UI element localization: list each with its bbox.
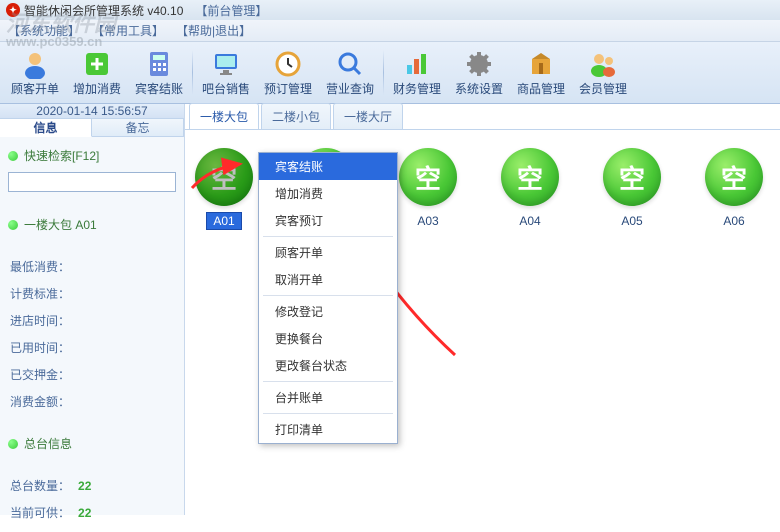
toolbar-label: 营业查询 (326, 80, 374, 97)
datetime-display: 2020-01-14 15:56:57 (0, 104, 184, 119)
context-menu-item[interactable]: 更改餐台状态 (259, 352, 397, 379)
user-icon (19, 48, 51, 80)
total-rooms: 总台数量：22 (8, 472, 176, 499)
toolbar-clock[interactable]: 预订管理 (257, 44, 319, 101)
info-enter-time: 进店时间： (8, 307, 176, 334)
totals-header: 总台信息 (8, 431, 176, 456)
toolbar-label: 系统设置 (455, 80, 503, 97)
tab-memo[interactable]: 备忘 (92, 119, 184, 136)
context-menu: 宾客结账增加消费宾客预订顾客开单取消开单修改登记更换餐台更改餐台状态台并账单打印… (258, 152, 398, 444)
info-billing: 计费标准： (8, 280, 176, 307)
app-logo-icon: ✦ (6, 3, 20, 17)
room-item[interactable]: 空 A06 (705, 148, 763, 230)
toolbar-label: 吧台销售 (202, 80, 250, 97)
clock-icon (272, 48, 304, 80)
toolbar-magnifier[interactable]: 营业查询 (319, 44, 381, 101)
toolbar-label: 宾客结账 (135, 80, 183, 97)
context-menu-item[interactable]: 增加消费 (259, 180, 397, 207)
selected-room-header: 一楼大包 A01 (8, 212, 176, 237)
room-item[interactable]: 空 A05 (603, 148, 661, 230)
chart-icon (401, 48, 433, 80)
toolbar-plus-box[interactable]: 增加消费 (66, 44, 128, 101)
toolbar-label: 预订管理 (264, 80, 312, 97)
room-item[interactable]: 空 A04 (501, 148, 559, 230)
sidebar: 2020-01-14 15:56:57 信息 备忘 快速检索[F12] 一楼大包… (0, 104, 185, 515)
room-item[interactable]: 空 A01 (195, 148, 253, 230)
room-tab[interactable]: 二楼小包 (261, 103, 331, 129)
room-status-icon: 空 (705, 148, 763, 206)
search-header: 快速检索[F12] (8, 143, 176, 168)
room-tab[interactable]: 一楼大包 (189, 103, 259, 129)
toolbar-user[interactable]: 顾客开单 (4, 44, 66, 101)
totals-panel: 总台数量：22 当前可供：22 (0, 466, 184, 532)
room-code-label: A05 (614, 212, 649, 230)
room-status-icon: 空 (195, 148, 253, 206)
goods-icon (525, 48, 557, 80)
title-bar: ✦ 智能休闲会所管理系统 v40.10 【前台管理】 (0, 0, 780, 20)
toolbar-chart[interactable]: 财务管理 (386, 44, 448, 101)
room-tab[interactable]: 一楼大厅 (333, 103, 403, 129)
bullet-icon (8, 220, 18, 230)
toolbar-label: 增加消费 (73, 80, 121, 97)
menu-bar: 【系统功能】 【常用工具】 【帮助|退出】 (0, 20, 780, 42)
search-label: 快速检索[F12] (24, 147, 99, 164)
toolbar-member[interactable]: 会员管理 (572, 44, 634, 101)
menu-system[interactable]: 【系统功能】 (8, 22, 80, 39)
app-title-suffix: 【前台管理】 (195, 2, 267, 19)
context-menu-item[interactable]: 宾客预订 (259, 207, 397, 234)
context-menu-item[interactable]: 台并账单 (259, 384, 397, 411)
info-min-spend: 最低消费： (8, 253, 176, 280)
room-status-icon: 空 (603, 148, 661, 206)
toolbar-gear[interactable]: 系统设置 (448, 44, 510, 101)
member-icon (587, 48, 619, 80)
info-deposit: 已交押金： (8, 361, 176, 388)
sidebar-tabs: 信息 备忘 (0, 119, 184, 137)
context-menu-item[interactable]: 取消开单 (259, 266, 397, 293)
room-code-label: A03 (410, 212, 445, 230)
toolbar-calculator[interactable]: 宾客结账 (128, 44, 190, 101)
magnifier-icon (334, 48, 366, 80)
toolbar-label: 会员管理 (579, 80, 627, 97)
tab-info[interactable]: 信息 (0, 119, 92, 137)
context-menu-item[interactable]: 顾客开单 (259, 239, 397, 266)
toolbar-monitor[interactable]: 吧台销售 (195, 44, 257, 101)
room-status-icon: 空 (501, 148, 559, 206)
context-menu-item[interactable]: 修改登记 (259, 298, 397, 325)
toolbar-label: 商品管理 (517, 80, 565, 97)
context-menu-item[interactable]: 更换餐台 (259, 325, 397, 352)
info-used-time: 已用时间： (8, 334, 176, 361)
bullet-icon (8, 151, 18, 161)
plus-box-icon (81, 48, 113, 80)
totals-header-label: 总台信息 (24, 435, 72, 452)
available-rooms: 当前可供：22 (8, 499, 176, 526)
toolbar-label: 顾客开单 (11, 80, 59, 97)
bullet-icon (8, 439, 18, 449)
menu-help[interactable]: 【帮助|退出】 (176, 22, 251, 39)
menu-tools[interactable]: 【常用工具】 (92, 22, 164, 39)
room-item[interactable]: 空 A03 (399, 148, 457, 230)
gear-icon (463, 48, 495, 80)
room-code-label: A06 (716, 212, 751, 230)
room-code-label: A04 (512, 212, 547, 230)
selected-room-label: 一楼大包 A01 (24, 216, 97, 233)
room-category-tabs: 一楼大包二楼小包一楼大厅 (185, 104, 780, 130)
calculator-icon (143, 48, 175, 80)
toolbar-label: 财务管理 (393, 80, 441, 97)
room-status-icon: 空 (399, 148, 457, 206)
app-title: 智能休闲会所管理系统 v40.10 (24, 2, 183, 19)
info-amount: 消费金额： (8, 388, 176, 415)
room-info-panel: 最低消费： 计费标准： 进店时间： 已用时间： 已交押金： 消费金额： (0, 247, 184, 421)
search-input[interactable] (8, 172, 176, 192)
room-code-label: A01 (206, 212, 241, 230)
context-menu-item[interactable]: 宾客结账 (259, 153, 397, 180)
toolbar-goods[interactable]: 商品管理 (510, 44, 572, 101)
monitor-icon (210, 48, 242, 80)
context-menu-item[interactable]: 打印清单 (259, 416, 397, 443)
toolbar: 顾客开单增加消费宾客结账 吧台销售预订管理营业查询 财务管理系统设置商品管理会员管理 (0, 42, 780, 104)
